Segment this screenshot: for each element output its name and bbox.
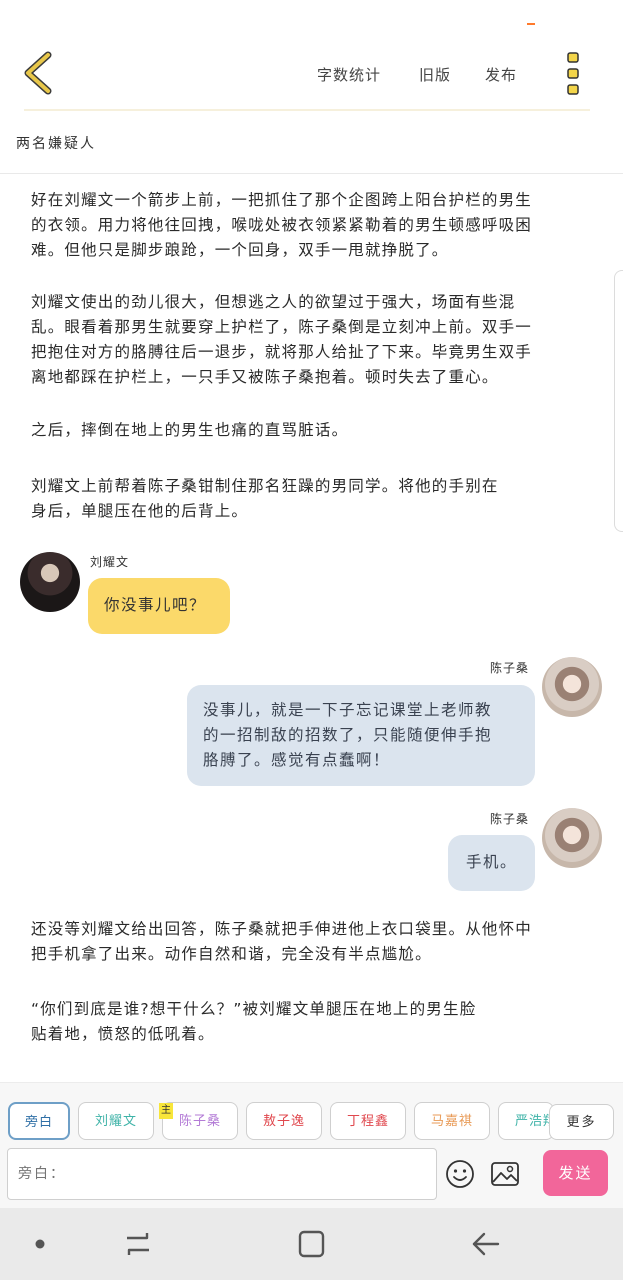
back-arrow-icon[interactable] — [20, 50, 60, 96]
character-chip-narrator[interactable]: 旁白 — [8, 1102, 70, 1140]
character-chip[interactable]: 丁程鑫 — [330, 1102, 406, 1140]
speaker-name: 刘耀文 — [90, 555, 130, 569]
publish-button[interactable]: 发布 — [485, 64, 517, 85]
title-divider — [0, 173, 623, 174]
narration-paragraph: “你们到底是谁?想干什么？”被刘耀文单腿压在地上的男生脸 贴着地，愤怒的低吼着。 — [31, 1000, 477, 1043]
narration-paragraph: 之后，摔倒在地上的男生也痛的直骂脏话。 — [31, 421, 349, 439]
narration-paragraph: 还没等刘耀文给出回答，陈子桑就把手伸进他上衣口袋里。从他怀中 把手机拿了出来。动… — [31, 920, 533, 963]
chat-bubble[interactable]: 你没事儿吧？ — [88, 578, 230, 634]
system-nav-bar — [0, 1208, 623, 1280]
character-chip[interactable]: 马嘉祺 — [414, 1102, 490, 1140]
narration-paragraph: 刘耀文上前帮着陈子桑钳制住那名狂躁的男同学。将他的手别在 身后，单腿压在他的后背… — [31, 477, 499, 520]
character-chip[interactable]: 刘耀文 — [78, 1102, 154, 1140]
avatar[interactable] — [542, 657, 602, 717]
back-icon[interactable] — [471, 1229, 501, 1259]
avatar[interactable] — [542, 808, 602, 868]
nav-dot-icon[interactable] — [34, 1238, 46, 1250]
old-version-button[interactable]: 旧版 — [419, 64, 451, 85]
chat-bubble[interactable]: 没事儿，就是一下子忘记课堂上老师教 的一招制敌的招数了，只能随便伸手抱 胳膊了。… — [187, 685, 535, 786]
narration-paragraph: 刘耀文使出的劲儿很大，但想逃之人的欲望过于强大，场面有些混 乱。眼看着那男生就要… — [31, 293, 533, 386]
narration-paragraph: 好在刘耀文一个箭步上前，一把抓住了那个企图跨上阳台护栏的男生 的衣领。用力将他往… — [31, 191, 533, 259]
character-chip[interactable]: 严浩翔 — [498, 1102, 554, 1140]
recent-apps-icon[interactable] — [123, 1229, 153, 1259]
main-role-badge: 主 — [159, 1103, 173, 1119]
chat-bubble[interactable]: 手机。 — [448, 835, 535, 891]
avatar[interactable] — [20, 552, 80, 612]
speaker-name: 陈子桑 — [490, 661, 530, 675]
character-chip[interactable]: 敖子逸 — [246, 1102, 322, 1140]
side-scroll-handle[interactable] — [614, 270, 623, 532]
message-input[interactable] — [7, 1148, 437, 1200]
word-count-button[interactable]: 字数统计 — [317, 64, 381, 85]
character-chip[interactable]: 陈子桑 — [162, 1102, 238, 1140]
header-divider — [24, 109, 590, 111]
status-indicator — [527, 23, 535, 25]
send-button[interactable]: 发送 — [543, 1150, 608, 1196]
more-dots-icon[interactable] — [560, 50, 586, 98]
more-characters-button[interactable]: 更多 — [549, 1104, 614, 1140]
chapter-title[interactable]: 两名嫌疑人 — [16, 133, 96, 153]
image-icon[interactable] — [490, 1160, 520, 1188]
top-bar: 字数统计 旧版 发布 — [0, 0, 623, 112]
speaker-name: 陈子桑 — [490, 812, 530, 826]
home-icon[interactable] — [297, 1228, 327, 1260]
emoji-icon[interactable] — [445, 1159, 475, 1189]
